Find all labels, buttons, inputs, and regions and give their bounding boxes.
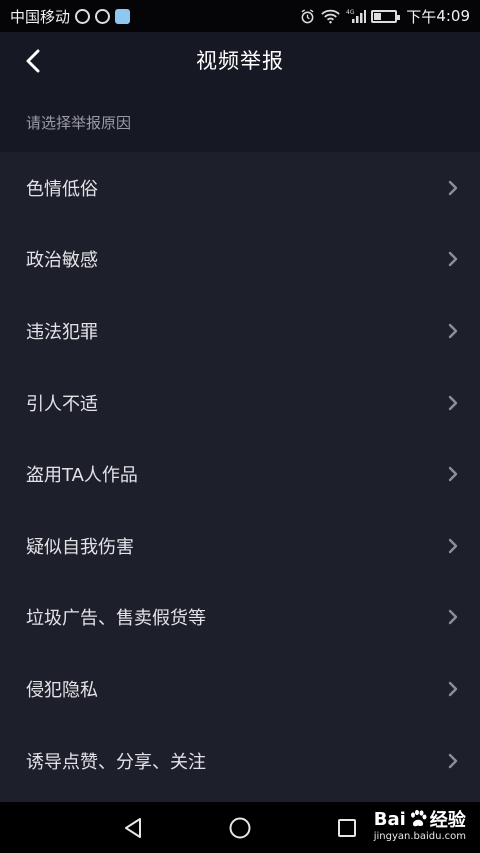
notification-app-icon [75,8,91,24]
status-right: 4G 下午 4:09 [300,6,470,27]
reason-label: 侵犯隐私 [26,679,98,701]
reason-label: 诱导点赞、分享、关注 [26,751,206,773]
notification-message-icon [115,8,131,24]
reason-item[interactable]: 政治敏感 [0,224,480,296]
reason-item[interactable]: 疑似自我伤害 [0,510,480,582]
chevron-left-icon [26,49,40,73]
reason-item[interactable]: 垃圾广告、售卖假货等 [0,582,480,654]
watermark-brand: Bai 经验 [374,806,466,832]
clock-time: 4:09 [436,7,470,25]
reason-label: 垃圾广告、售卖假货等 [26,608,206,630]
reason-item[interactable]: 引人不适 [0,367,480,439]
carrier-label: 中国移动 [10,7,71,26]
chevron-right-icon [448,538,458,553]
chevron-right-icon [448,252,458,267]
chevron-right-icon [448,323,458,339]
cellular-signal-icon: 4G [346,9,367,23]
nav-back-button[interactable] [119,814,147,842]
chevron-right-icon [448,395,458,410]
reason-item[interactable]: 诱导点赞、分享、关注 [0,725,480,797]
clock-prefix: 下午 [406,7,437,26]
reason-label: 色情低俗 [26,178,98,200]
reason-item[interactable]: 侵犯隐私 [0,653,480,725]
wifi-icon [321,9,340,24]
watermark: Bai 经验 jingyan.baidu.com [373,806,466,843]
chevron-right-icon [448,180,458,195]
nav-home-button[interactable] [226,814,254,842]
reason-item[interactable]: 违法犯罪 [0,295,480,367]
back-button[interactable] [18,46,48,76]
reason-label: 引人不适 [26,393,98,415]
reason-item[interactable]: 盗用TA人作品 [0,438,480,510]
status-left: 中国移动 [10,6,131,27]
square-recents-icon [338,819,356,837]
watermark-brand-right: 经验 [429,810,466,831]
battery-icon [371,9,401,23]
reason-list: 色情低俗 政治敏感 违法犯罪 引人不适 盗用TA人作品 疑似自我伤害 垃圾广告、… [0,152,480,802]
header-bar: 视频举报 [0,32,480,88]
status-bar: 中国移动 4G 下午 4:09 [0,0,480,32]
reason-item[interactable]: 色情低俗 [0,152,480,224]
chevron-right-icon [448,610,458,625]
watermark-url: jingyan.baidu.com [373,831,466,842]
circle-home-icon [229,817,251,839]
chevron-right-icon [448,681,458,697]
reason-label: 盗用TA人作品 [26,465,138,487]
triangle-back-icon [125,818,141,838]
paw-icon [410,809,427,827]
section-label: 请选择举报原因 [0,88,480,152]
notification-clock-icon [95,8,111,24]
alarm-icon [301,8,314,23]
page-title: 视频举报 [196,49,284,73]
watermark-brand-left: Bai [373,808,406,830]
network-type-label: 4G [346,9,355,16]
nav-recents-button[interactable] [333,814,361,842]
reason-label: 政治敏感 [26,250,98,272]
reason-label: 违法犯罪 [26,321,98,343]
reason-label: 疑似自我伤害 [26,536,134,558]
chevron-right-icon [448,753,458,768]
chevron-right-icon [448,466,458,482]
